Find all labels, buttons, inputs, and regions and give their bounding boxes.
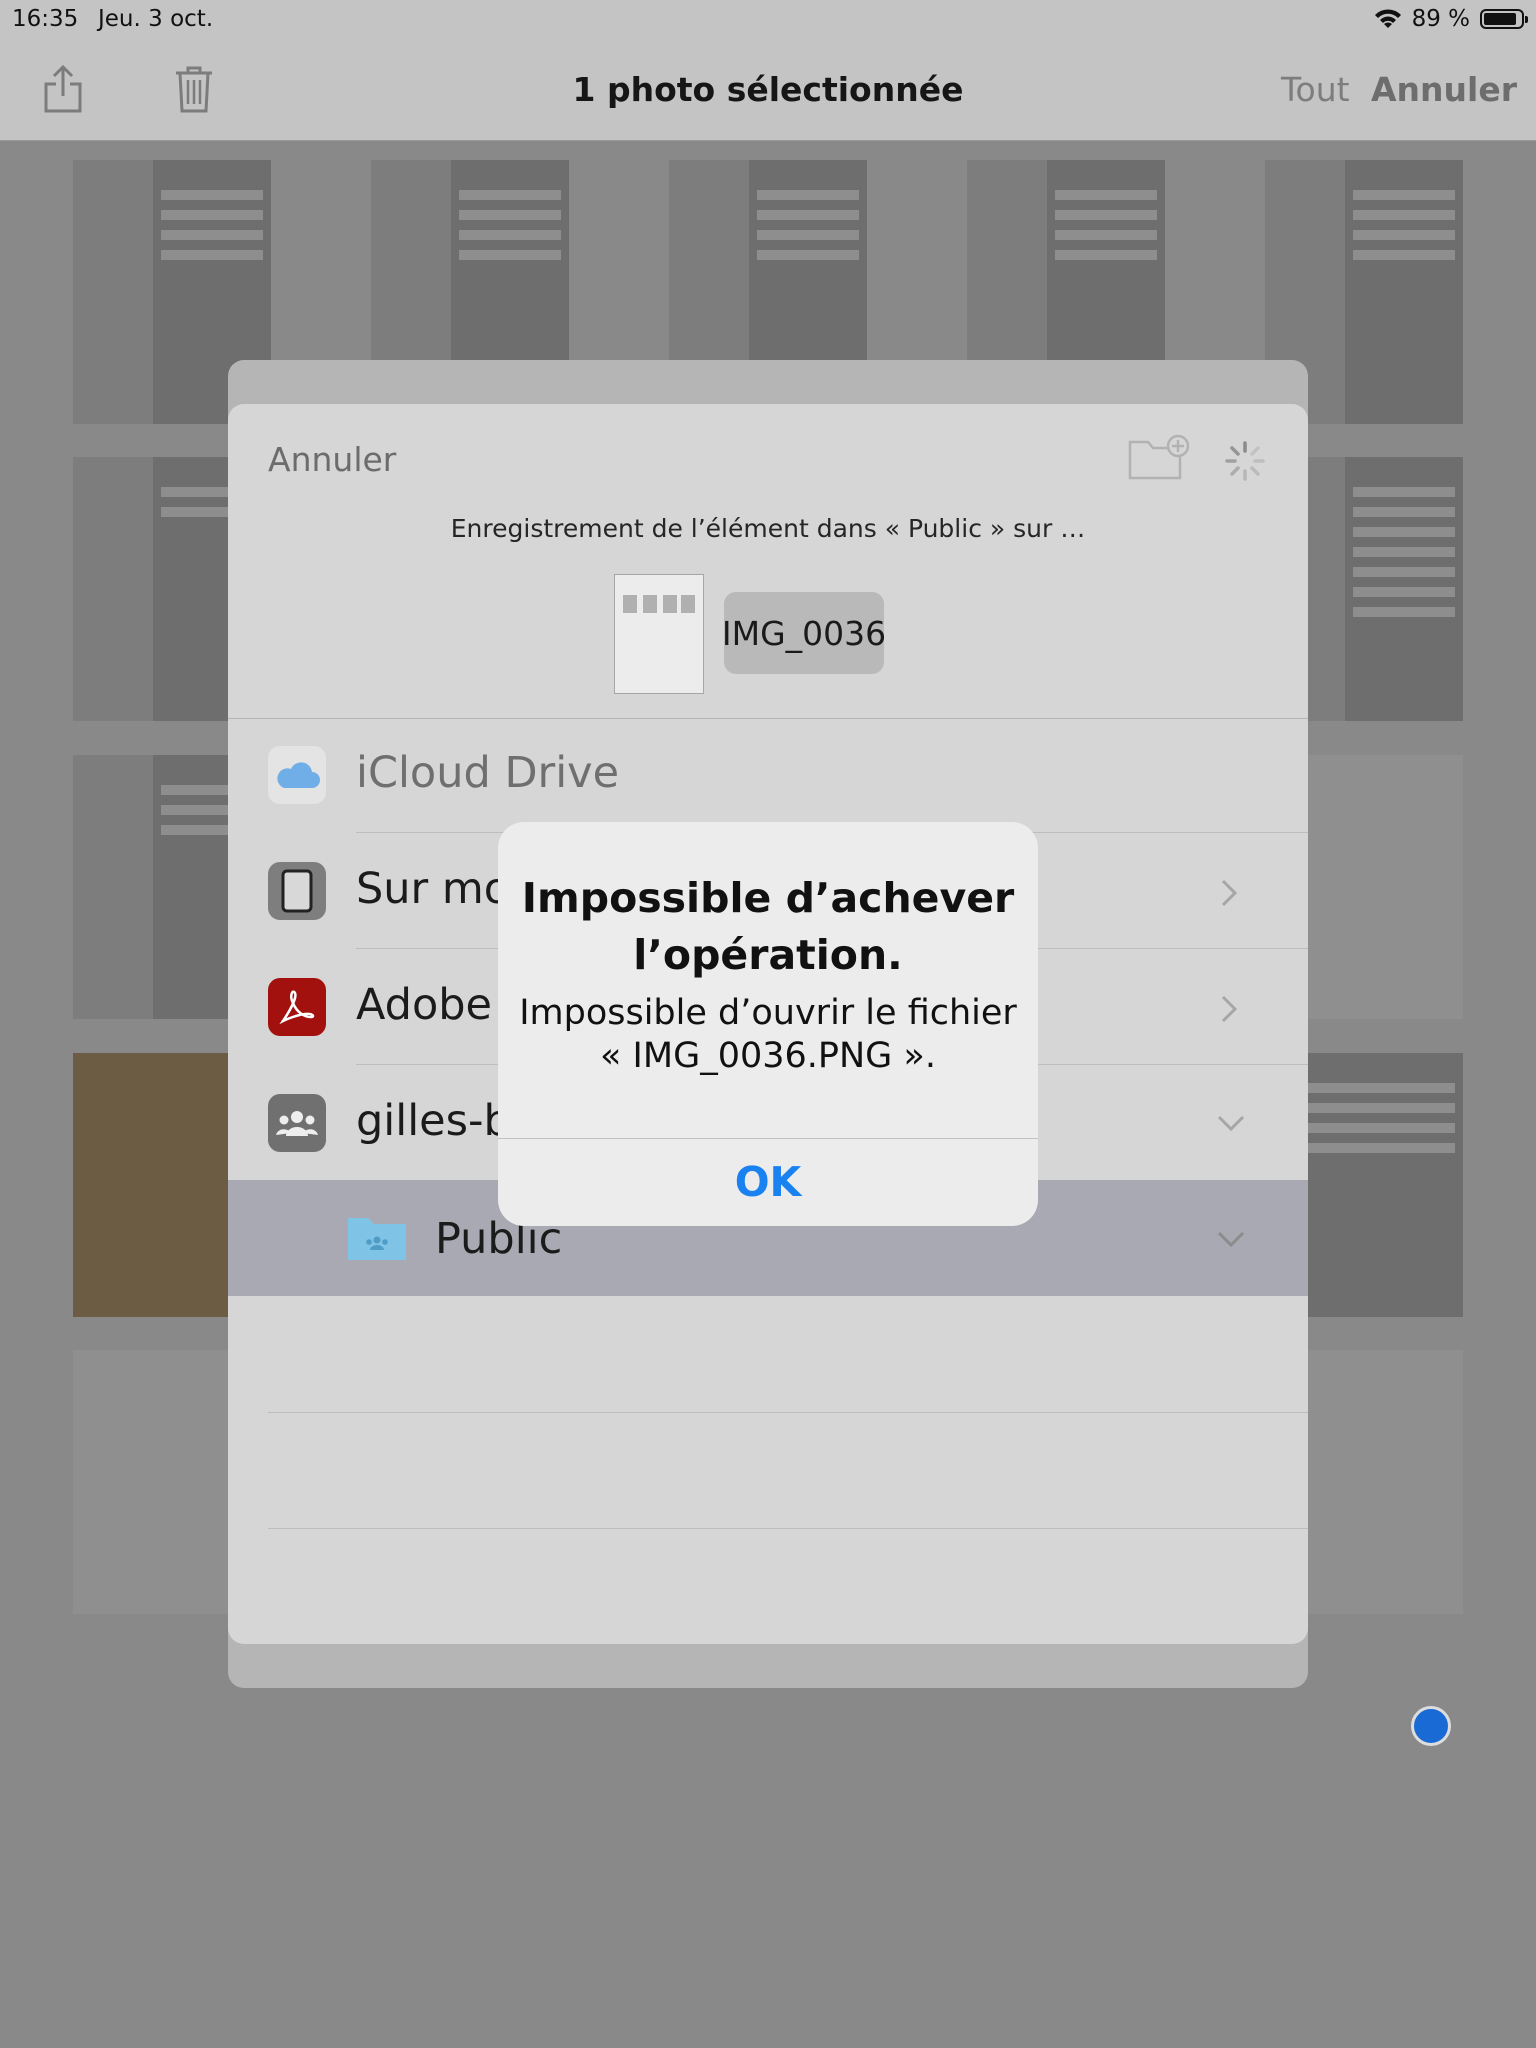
toolbar: 1 photo sélectionnée Tout Annuler xyxy=(0,40,1536,141)
icloud-icon xyxy=(268,746,326,804)
select-all-button[interactable]: Tout xyxy=(1281,70,1350,109)
shared-users-icon xyxy=(268,1094,326,1152)
ipad-icon xyxy=(268,862,326,920)
chevron-down-icon xyxy=(1217,1231,1245,1248)
cancel-selection-button[interactable]: Annuler xyxy=(1371,70,1517,109)
wifi-icon xyxy=(1374,9,1401,28)
battery-percent: 89 % xyxy=(1411,6,1470,32)
file-preview-thumbnail xyxy=(614,574,704,694)
status-date: Jeu. 3 oct. xyxy=(98,6,214,32)
alert-ok-button[interactable]: OK xyxy=(498,1138,1038,1226)
shared-folder-icon xyxy=(348,1218,406,1260)
location-adobe[interactable]: Adobe xyxy=(356,980,492,1030)
new-folder-icon[interactable] xyxy=(1128,434,1190,480)
status-bar: 16:35 Jeu. 3 oct. 89 % xyxy=(0,0,1536,40)
alert-message: Impossible d’ouvrir le fichier « IMG_003… xyxy=(519,993,1017,1076)
sheet-cancel-button[interactable]: Annuler xyxy=(268,440,396,479)
chevron-right-icon xyxy=(1221,995,1238,1023)
file-name-field[interactable]: IMG_0036 xyxy=(722,592,886,674)
status-right: 89 % xyxy=(1374,6,1528,32)
location-icloud-drive[interactable]: iCloud Drive xyxy=(356,748,619,798)
error-alert: Impossible d’achever l’opération. Imposs… xyxy=(498,822,1038,1226)
alert-title: Impossible d’achever l’opération. xyxy=(521,874,1015,979)
chevron-down-icon xyxy=(1217,1115,1245,1132)
location-gilles-b[interactable]: gilles-b xyxy=(356,1096,511,1146)
chevron-right-icon xyxy=(1221,879,1238,907)
battery-level xyxy=(1484,13,1517,25)
divider xyxy=(268,1412,1308,1413)
battery-icon xyxy=(1480,9,1528,29)
saving-location-text: Enregistrement de l’élément dans « Publi… xyxy=(450,514,1086,543)
status-time: 16:35 xyxy=(12,6,79,32)
divider xyxy=(228,718,1308,719)
loading-spinner-icon xyxy=(1225,441,1265,481)
adobe-icon xyxy=(268,978,326,1036)
divider xyxy=(268,1528,1308,1529)
location-on-my-ipad[interactable]: Sur mo xyxy=(356,864,510,914)
selected-check-icon xyxy=(1411,1706,1451,1746)
